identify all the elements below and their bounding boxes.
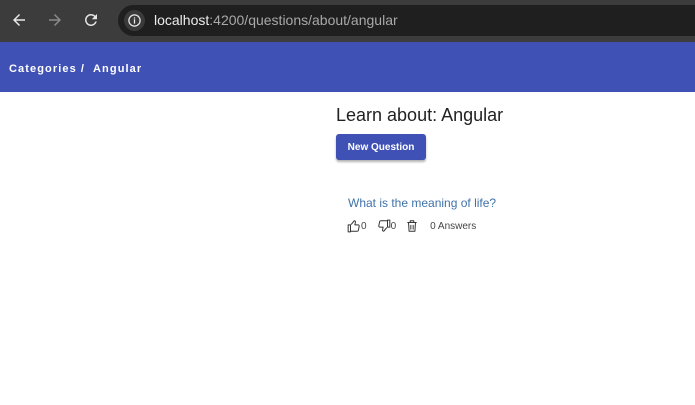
- question-link[interactable]: What is the meaning of life?: [348, 196, 496, 210]
- trash-icon: [407, 220, 417, 232]
- upvote-button[interactable]: [347, 219, 361, 233]
- breadcrumb-categories-link[interactable]: Categories: [9, 63, 77, 75]
- site-info-button[interactable]: [124, 10, 145, 31]
- address-bar[interactable]: localhost:4200/questions/about/angular: [118, 5, 695, 36]
- thumbs-down-icon: [377, 219, 390, 232]
- site-info-icon: [128, 14, 141, 27]
- upvote-count: 0: [361, 220, 367, 232]
- answers-count-link[interactable]: 0 Answers: [430, 221, 476, 232]
- breadcrumb-current: Angular: [93, 63, 143, 75]
- page-title: Learn about: Angular: [336, 105, 504, 125]
- forward-arrow-icon: [49, 14, 61, 26]
- browser-toolbar: localhost:4200/questions/about/angular: [0, 0, 695, 42]
- back-arrow-icon: [13, 14, 25, 26]
- reload-icon: [85, 14, 97, 26]
- url-host: localhost: [154, 12, 210, 28]
- reload-button[interactable]: [80, 9, 102, 31]
- app-toolbar: Categories / Angular: [0, 42, 695, 92]
- url-text[interactable]: localhost:4200/questions/about/angular: [154, 12, 398, 28]
- url-path: :4200/questions/about/angular: [209, 12, 398, 28]
- breadcrumb-separator: /: [80, 63, 86, 75]
- delete-button[interactable]: [405, 219, 419, 233]
- question-actions: 0 0 0 Answers: [347, 218, 476, 234]
- forward-button[interactable]: [44, 9, 66, 31]
- back-button[interactable]: [8, 9, 30, 31]
- downvote-button[interactable]: [377, 219, 391, 233]
- downvote-count: 0: [390, 220, 397, 232]
- thumbs-up-icon: [347, 220, 360, 233]
- new-question-button[interactable]: New Question: [336, 134, 426, 160]
- breadcrumb: Categories / Angular: [9, 63, 142, 75]
